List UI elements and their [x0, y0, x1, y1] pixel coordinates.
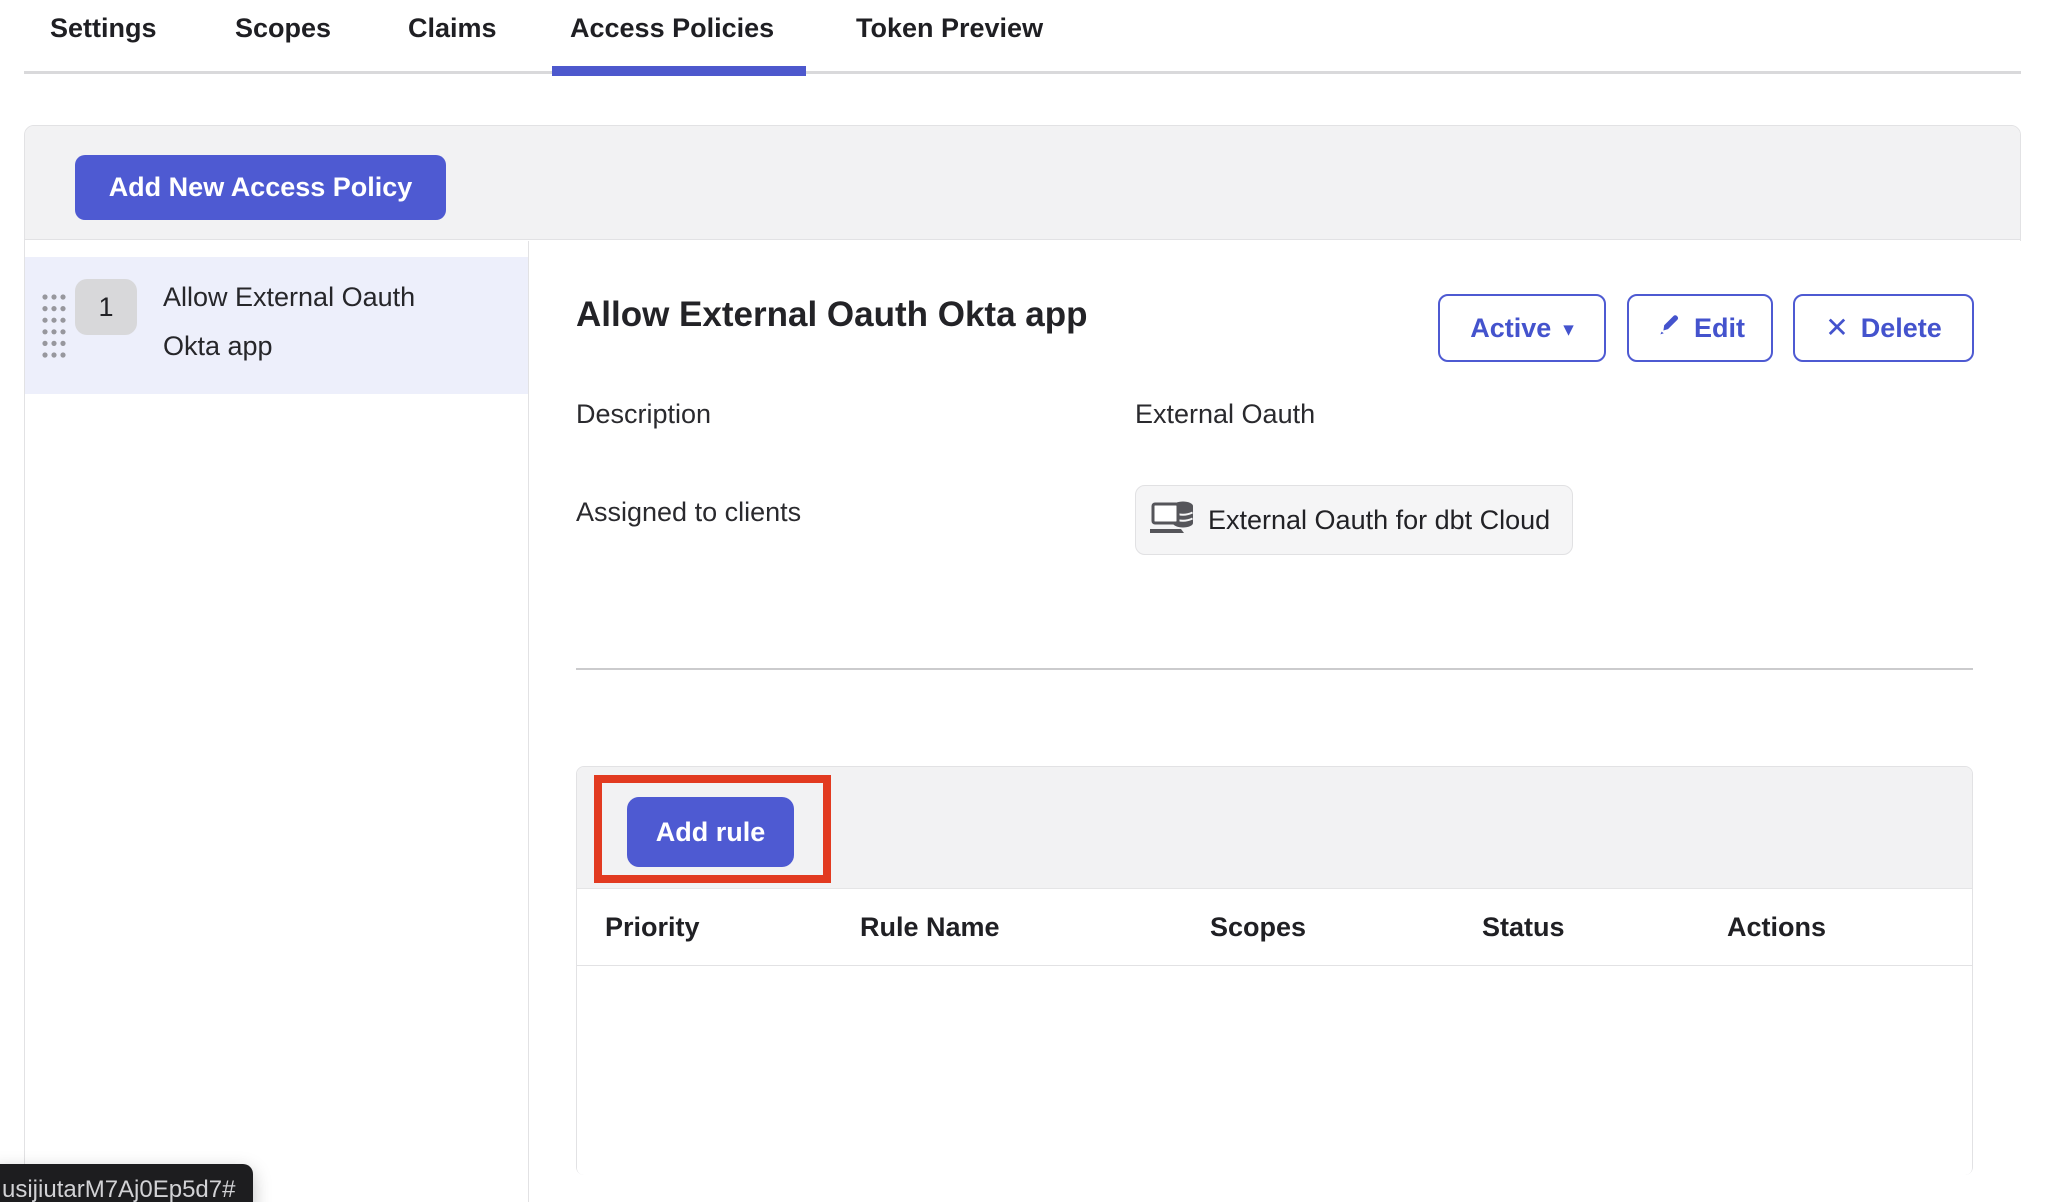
active-tab-underline [552, 66, 806, 76]
client-app-icon [1150, 497, 1196, 544]
add-new-access-policy-button[interactable]: Add New Access Policy [75, 155, 446, 220]
tabbar-divider [24, 71, 2021, 74]
tab-settings[interactable]: Settings [50, 13, 157, 44]
policy-name-label: Allow External Oauth Okta app [163, 273, 503, 371]
assigned-client-chip[interactable]: External Oauth for dbt Cloud [1135, 485, 1573, 555]
column-status: Status [1482, 912, 1727, 943]
card-header: Add New Access Policy [25, 126, 2020, 240]
link-status-tooltip: usijiutarM7Aj0Ep5d7# [0, 1164, 253, 1202]
column-rule-name: Rule Name [860, 912, 1210, 943]
policy-name-line1: Allow External Oauth [163, 282, 415, 312]
section-divider [576, 668, 1973, 670]
assigned-to-clients-label: Assigned to clients [576, 497, 801, 528]
close-icon: ✕ [1825, 311, 1848, 344]
policy-list-sidebar: 1 Allow External Oauth Okta app [25, 241, 529, 1202]
policy-priority-badge: 1 [75, 279, 137, 335]
rules-panel: Add rule Priority Rule Name Scopes Statu… [576, 766, 1973, 1175]
policy-name-line2: Okta app [163, 331, 273, 361]
description-label: Description [576, 399, 711, 430]
policy-title: Allow External Oauth Okta app [576, 295, 1087, 335]
tab-token-preview[interactable]: Token Preview [856, 13, 1043, 44]
edit-policy-button[interactable]: Edit [1627, 294, 1773, 362]
access-policies-page: Settings Scopes Claims Access Policies T… [0, 0, 2058, 1202]
description-value: External Oauth [1135, 399, 1315, 430]
delete-button-label: Delete [1861, 313, 1942, 344]
policy-status-label: Active [1470, 313, 1551, 344]
tab-scopes[interactable]: Scopes [235, 13, 331, 44]
column-actions: Actions [1727, 912, 1972, 943]
policy-list-item[interactable]: 1 Allow External Oauth Okta app [25, 257, 528, 394]
delete-policy-button[interactable]: ✕ Delete [1793, 294, 1974, 362]
drag-handle-icon[interactable] [41, 293, 67, 359]
policy-status-dropdown[interactable]: Active ▾ [1438, 294, 1606, 362]
client-chip-label: External Oauth for dbt Cloud [1208, 505, 1550, 536]
column-scopes: Scopes [1210, 912, 1482, 943]
edit-button-label: Edit [1694, 313, 1745, 344]
rules-toolbar: Add rule [577, 767, 1972, 889]
tab-access-policies[interactable]: Access Policies [570, 13, 774, 44]
tab-bar: Settings Scopes Claims Access Policies T… [0, 0, 2058, 76]
chevron-down-icon: ▾ [1563, 317, 1574, 342]
pencil-icon [1655, 311, 1682, 345]
add-rule-button[interactable]: Add rule [627, 797, 794, 867]
rules-table-header: Priority Rule Name Scopes Status Actions [577, 889, 1972, 966]
access-policies-card: Add New Access Policy [24, 125, 2021, 1202]
tab-claims[interactable]: Claims [408, 13, 497, 44]
rules-table-empty-body [577, 967, 1972, 1175]
policy-detail-panel: Allow External Oauth Okta app Active ▾ E… [530, 241, 2021, 1202]
column-priority: Priority [605, 912, 860, 943]
